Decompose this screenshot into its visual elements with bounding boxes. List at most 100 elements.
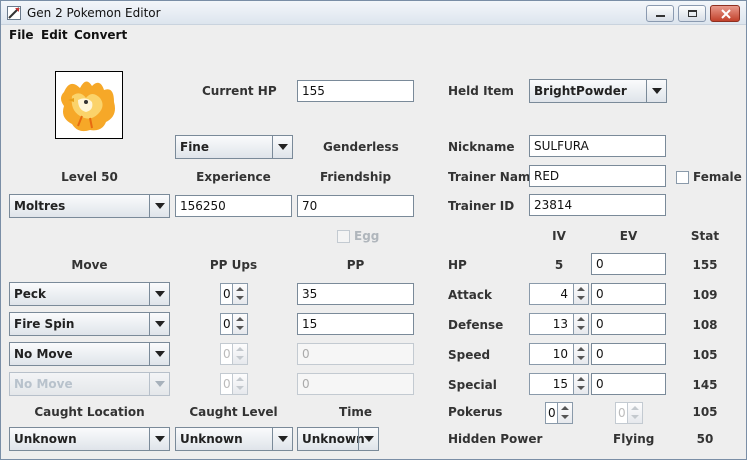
held-item-value: BrightPowder: [534, 84, 627, 98]
nickname-label: Nickname: [448, 140, 515, 154]
move-1-pp-ups-stepper[interactable]: 0: [220, 283, 248, 305]
species-select[interactable]: Moltres: [9, 194, 170, 218]
trainer-name-input[interactable]: RED: [529, 165, 666, 187]
ev-hp-input[interactable]: 0: [591, 253, 666, 275]
friendship-input[interactable]: 70: [297, 195, 414, 217]
caught-level-select[interactable]: Unknown: [175, 427, 293, 451]
pokerus-days-stepper[interactable]: 0: [615, 402, 643, 424]
menu-edit[interactable]: Edit: [41, 28, 68, 42]
move-4-pp-input[interactable]: 0: [297, 373, 414, 395]
stat-special-value: 145: [692, 378, 718, 392]
egg-label: Egg: [354, 229, 380, 243]
female-label: Female: [693, 170, 742, 184]
ev-attack-input[interactable]: 0: [591, 283, 666, 305]
pp-header: PP: [346, 258, 365, 272]
move-header: Move: [71, 258, 108, 272]
hidden-power-type: Flying: [613, 432, 655, 446]
caught-location-select[interactable]: Unknown: [9, 427, 170, 451]
time-value: Unknown: [302, 432, 365, 446]
chevron-down-icon: [272, 428, 292, 450]
move-2-select[interactable]: Fire Spin: [9, 312, 170, 336]
experience-input[interactable]: 156250: [175, 195, 292, 217]
chevron-down-icon: [149, 195, 169, 217]
chevron-down-icon: [358, 428, 378, 450]
hidden-power-label: Hidden Power: [448, 432, 543, 446]
chevron-down-icon: [149, 313, 169, 335]
caught-location-value: Unknown: [14, 432, 77, 446]
current-hp-input[interactable]: 155: [297, 80, 414, 102]
move-2-pp-ups-stepper[interactable]: 0: [220, 313, 248, 335]
ev-special-input[interactable]: 0: [591, 373, 666, 395]
stat-name-speed: Speed: [448, 348, 491, 362]
maximize-icon: [688, 10, 697, 17]
chevron-down-icon: [272, 136, 292, 158]
iv-defense-stepper[interactable]: 13: [529, 313, 589, 335]
move-1-pp-input[interactable]: 35: [297, 283, 414, 305]
ev-speed-input[interactable]: 0: [591, 343, 666, 365]
stat-header: Stat: [690, 229, 720, 243]
menu-convert[interactable]: Convert: [74, 28, 127, 42]
caught-level-label: Caught Level: [189, 405, 278, 419]
pp-ups-header: PP Ups: [209, 258, 258, 272]
move-1-value: Peck: [14, 287, 47, 301]
stat-name-special: Special: [448, 378, 497, 392]
stat-name-attack: Attack: [448, 288, 492, 302]
iv-attack-stepper[interactable]: 4: [529, 283, 589, 305]
move-4-value: No Move: [14, 377, 73, 391]
level-label: Level 50: [61, 170, 118, 184]
status-value: Fine: [180, 140, 209, 154]
move-4-pp-ups-stepper[interactable]: 0: [220, 373, 248, 395]
move-3-select[interactable]: No Move: [9, 342, 170, 366]
close-icon: [721, 9, 731, 19]
title-bar[interactable]: Gen 2 Pokemon Editor: [1, 1, 746, 25]
iv-header: IV: [552, 229, 566, 243]
pokerus-stepper[interactable]: 0: [545, 402, 573, 424]
status-select[interactable]: Fine: [175, 135, 293, 159]
pokerus-label: Pokerus: [448, 405, 503, 419]
stat-hp-value: 155: [692, 258, 718, 272]
window-title: Gen 2 Pokemon Editor: [27, 6, 161, 20]
minimize-icon: [656, 15, 665, 17]
move-2-value: Fire Spin: [14, 317, 75, 331]
move-1-select[interactable]: Peck: [9, 282, 170, 306]
gender-label: Genderless: [323, 140, 399, 154]
move-2-pp-input[interactable]: 15: [297, 313, 414, 335]
maximize-button[interactable]: [678, 5, 706, 22]
stat-defense-value: 108: [692, 318, 718, 332]
chevron-down-icon: [646, 80, 666, 102]
experience-label: Experience: [196, 170, 271, 184]
chevron-down-icon: [149, 283, 169, 305]
egg-checkbox[interactable]: [337, 230, 350, 243]
iv-special-stepper[interactable]: 15: [529, 373, 589, 395]
time-select[interactable]: Unknown: [297, 427, 379, 451]
move-3-pp-ups-stepper[interactable]: 0: [220, 343, 248, 365]
minimize-button[interactable]: [646, 5, 674, 22]
iv-speed-stepper[interactable]: 10: [529, 343, 589, 365]
female-checkbox[interactable]: [676, 171, 689, 184]
menu-file[interactable]: File: [9, 28, 34, 42]
trainer-id-input[interactable]: 23814: [529, 194, 666, 216]
close-button[interactable]: [710, 5, 740, 22]
chevron-down-icon: [149, 343, 169, 365]
trainer-id-label: Trainer ID: [448, 199, 515, 213]
app-icon: [7, 6, 21, 20]
current-hp-label: Current HP: [202, 84, 277, 98]
caught-location-label: Caught Location: [34, 405, 145, 419]
time-label: Time: [339, 405, 372, 419]
nickname-input[interactable]: SULFURA: [529, 135, 666, 157]
menu-bar: File Edit Convert: [1, 25, 746, 46]
stat-attack-value: 109: [692, 288, 718, 302]
ev-defense-input[interactable]: 0: [591, 313, 666, 335]
chevron-down-icon: [149, 373, 169, 395]
move-3-pp-input[interactable]: 0: [297, 343, 414, 365]
iv-hp-value: 5: [554, 258, 564, 272]
chevron-down-icon: [149, 428, 169, 450]
ev-header: EV: [619, 229, 638, 243]
move-4-select[interactable]: No Move: [9, 372, 170, 396]
hidden-power-power: 50: [696, 432, 714, 446]
held-item-select[interactable]: BrightPowder: [529, 79, 667, 103]
caught-level-value: Unknown: [180, 432, 243, 446]
stat-name-defense: Defense: [448, 318, 504, 332]
species-value: Moltres: [14, 199, 66, 213]
stat-speed-value: 105: [692, 348, 718, 362]
